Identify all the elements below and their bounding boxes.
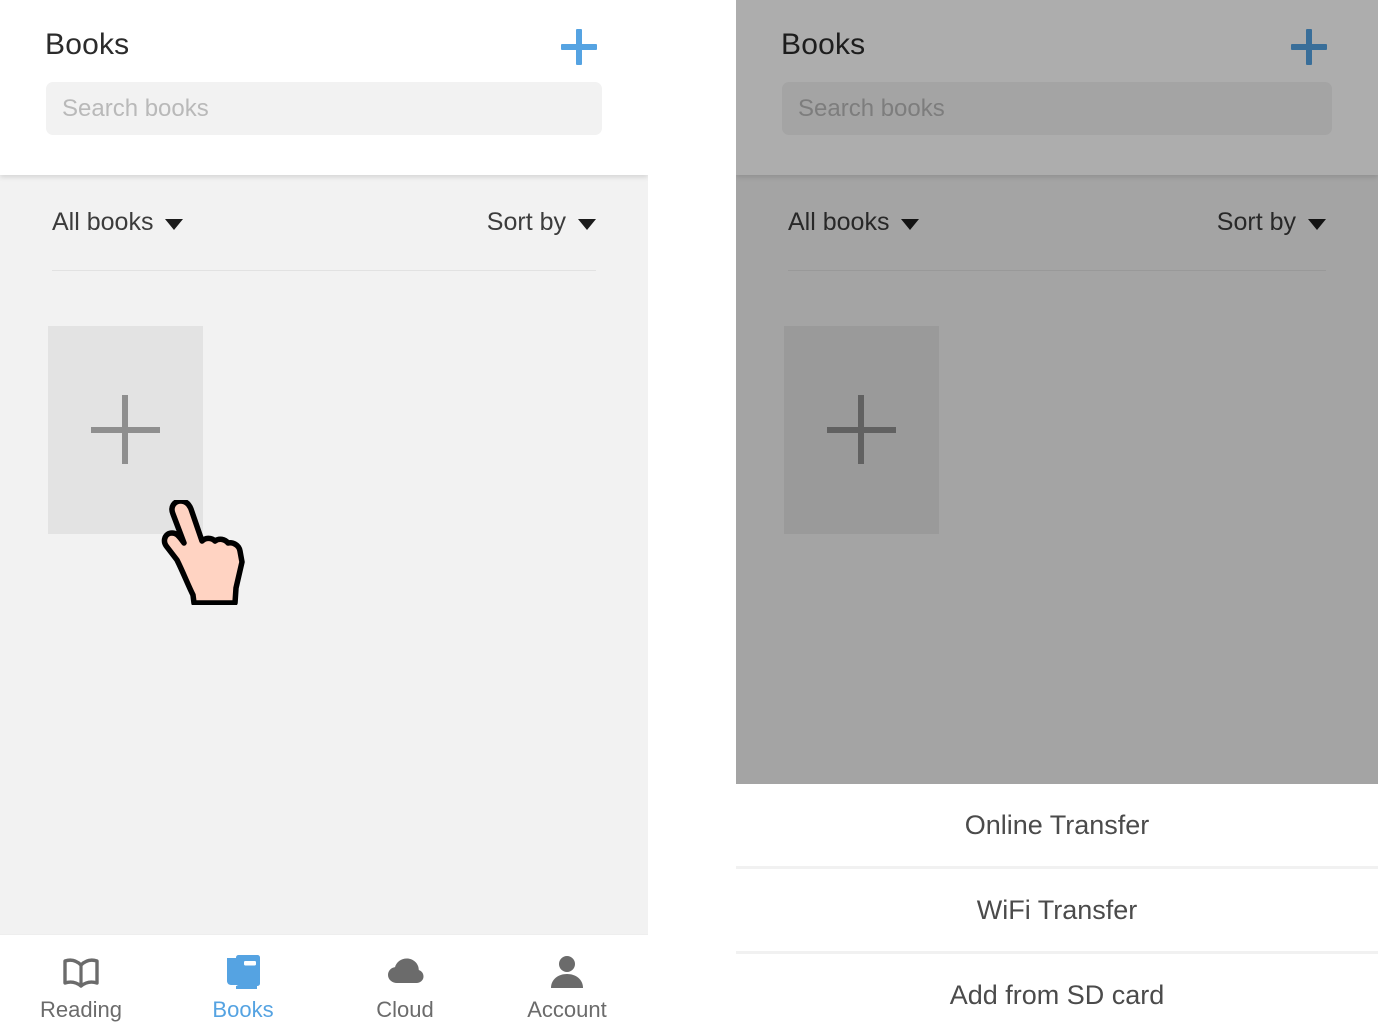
modal-dim-overlay[interactable] <box>736 0 1378 784</box>
sheet-item-wifi-transfer[interactable]: WiFi Transfer <box>736 869 1378 951</box>
chevron-down-icon <box>578 219 596 230</box>
books-body: All books Sort by <box>0 175 648 1032</box>
tab-label-books: Books <box>212 997 274 1022</box>
sheet-item-label: Add from SD card <box>949 979 1165 1010</box>
tab-reading[interactable]: Reading <box>0 935 162 1032</box>
app-header: Books <box>0 0 648 175</box>
tab-account[interactable]: Account <box>486 935 648 1032</box>
bottom-tab-bar: Reading Books Cloud Account <box>0 934 648 1032</box>
book-shelf-grid <box>0 271 648 539</box>
add-book-tile[interactable] <box>48 326 203 534</box>
sheet-item-add-from-sd-card[interactable]: Add from SD card <box>736 954 1378 1032</box>
header-top-row: Books <box>0 0 648 82</box>
search-container <box>0 82 648 135</box>
chevron-down-icon <box>165 219 184 230</box>
sort-by-label: Sort by <box>486 208 566 236</box>
page-title: Books <box>45 28 130 61</box>
sheet-item-label: WiFi Transfer <box>976 894 1138 925</box>
open-book-icon <box>63 958 99 988</box>
tab-label-reading: Reading <box>40 997 122 1022</box>
person-icon <box>551 956 583 988</box>
cloud-icon <box>388 958 424 983</box>
tab-cloud[interactable]: Cloud <box>324 935 486 1032</box>
tab-label-cloud: Cloud <box>376 997 434 1022</box>
stacked-books-icon <box>227 955 260 989</box>
filter-row: All books Sort by <box>52 175 596 271</box>
phone-screen-after: Books All books Sort by <box>736 0 1378 1032</box>
plus-vertical-stroke <box>122 395 128 464</box>
plus-vertical-stroke <box>576 29 582 65</box>
sheet-item-label: Online Transfer <box>964 809 1150 840</box>
tab-books[interactable]: Books <box>162 935 324 1032</box>
add-book-plus-icon[interactable] <box>558 26 600 68</box>
sort-by-dropdown[interactable]: Sort by <box>487 208 596 237</box>
search-input[interactable] <box>46 82 602 135</box>
sheet-item-online-transfer[interactable]: Online Transfer <box>736 784 1378 866</box>
screenshot-stage: Books All books Sort by <box>0 0 1378 1032</box>
add-book-action-sheet: Online Transfer WiFi Transfer Add from S… <box>736 784 1378 1032</box>
tab-label-account: Account <box>527 997 607 1022</box>
phone-screen-before: Books All books Sort by <box>0 0 648 1032</box>
scope-filter-dropdown[interactable]: All books <box>52 208 184 237</box>
scope-filter-label: All books <box>52 208 154 236</box>
